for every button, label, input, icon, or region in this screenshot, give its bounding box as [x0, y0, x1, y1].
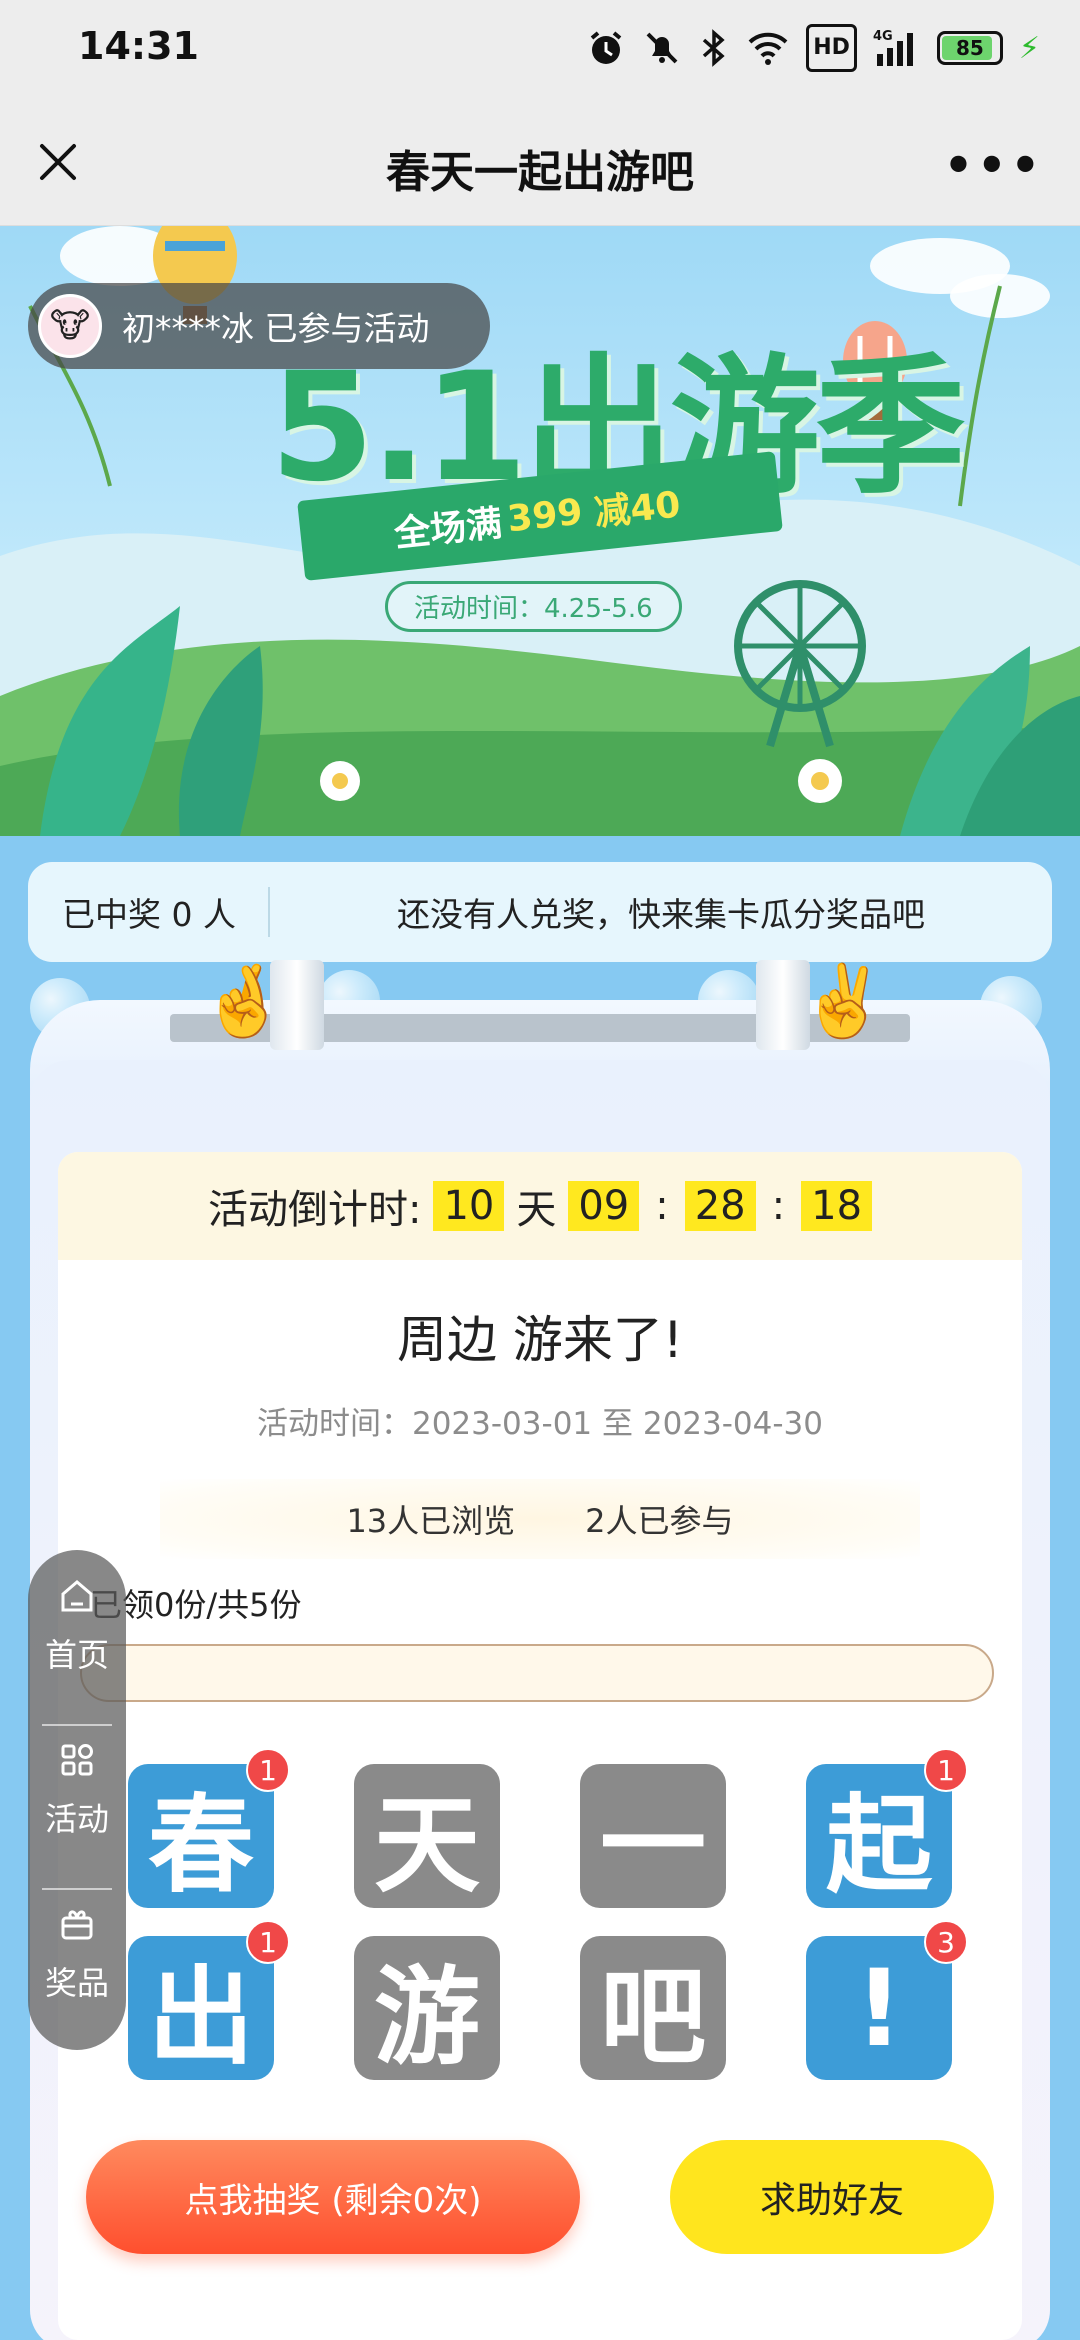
- status-bar: 14:31 HD 4G 85 ⚡: [0, 0, 1080, 100]
- hd-icon: HD: [806, 24, 857, 72]
- progress-bar: [80, 1644, 994, 1702]
- mute-icon: [642, 24, 682, 72]
- countdown-hours: 09: [568, 1181, 640, 1231]
- hand-icon: ✌️: [800, 960, 888, 1042]
- countdown-separator: :: [771, 1183, 786, 1229]
- activity-stats: 13人已浏览 2人已参与: [160, 1479, 920, 1559]
- gift-icon: [28, 1904, 126, 1954]
- char-card-label: 天: [374, 1784, 480, 1907]
- wifi-icon: [746, 24, 790, 72]
- char-card-label: !: [854, 1946, 904, 2070]
- alarm-icon: [586, 24, 626, 72]
- char-card-label: 春: [148, 1784, 254, 1907]
- char-card-label: 游: [374, 1956, 480, 2079]
- char-card-label: 起: [826, 1784, 932, 1907]
- count-badge: 1: [924, 1748, 968, 1792]
- count-badge: 1: [246, 1920, 290, 1964]
- hand-icon: 🤞: [200, 960, 288, 1042]
- char-card[interactable]: 一: [580, 1764, 726, 1908]
- char-card[interactable]: 出1: [128, 1920, 290, 2080]
- grid-icon: [28, 1740, 126, 1790]
- nav-prize-label: 奖品: [44, 1964, 109, 2002]
- countdown: 活动倒计时: 10 天 09 : 28 : 18: [58, 1152, 1022, 1260]
- countdown-days: 10: [433, 1181, 505, 1231]
- promo-suffix: 减40: [592, 484, 683, 535]
- countdown-minutes: 28: [684, 1181, 756, 1231]
- status-icons: HD 4G 85 ⚡: [586, 24, 1040, 72]
- count-badge: 1: [246, 1748, 290, 1792]
- page-title: 春天一起出游吧: [386, 147, 694, 198]
- activity-card: 活动倒计时: 10 天 09 : 28 : 18 周边 游来了! 活动时间：20…: [58, 1152, 1022, 2340]
- svg-text:4G: 4G: [873, 29, 893, 44]
- countdown-seconds: 18: [801, 1181, 873, 1231]
- battery-level: 85: [956, 36, 984, 60]
- more-icon[interactable]: •••: [944, 138, 1044, 192]
- winners-marquee: 还没有人兑奖，快来集卡瓜分奖品吧: [397, 895, 925, 934]
- char-card-label: 一: [600, 1784, 706, 1907]
- countdown-label: 活动倒计时:: [207, 1187, 422, 1233]
- nav-prize[interactable]: 奖品: [28, 1904, 126, 2004]
- nav-activity-label: 活动: [44, 1800, 109, 1838]
- divider: [42, 1888, 112, 1890]
- winners-count: 已中奖 0 人: [62, 895, 236, 934]
- promo-amount: 399: [505, 491, 585, 540]
- char-card[interactable]: 起1: [806, 1748, 968, 1908]
- char-card[interactable]: 天: [354, 1764, 500, 1908]
- participants-count: 2人已参与: [585, 1502, 734, 1540]
- views-count: 13人已浏览: [346, 1502, 516, 1540]
- countdown-separator: :: [655, 1183, 669, 1229]
- winners-bar: 已中奖 0 人 还没有人兑奖，快来集卡瓜分奖品吧: [28, 862, 1052, 962]
- status-time: 14:31: [78, 24, 199, 68]
- banner-period: 活动时间：4.25-5.6: [385, 581, 682, 632]
- char-card[interactable]: 游: [354, 1936, 500, 2080]
- nav-bar: 春天一起出游吧 •••: [0, 100, 1080, 226]
- char-card-label: 出: [148, 1956, 254, 2079]
- nav-home[interactable]: 首页: [28, 1576, 126, 1676]
- draw-button[interactable]: 点我抽奖 (剩余0次): [86, 2140, 580, 2254]
- divider: [42, 1724, 112, 1726]
- bluetooth-icon: [698, 24, 730, 72]
- char-card-label: 吧: [600, 1956, 706, 2079]
- nav-activity[interactable]: 活动: [28, 1740, 126, 1840]
- participant-text: 初****冰 已参与活动: [122, 309, 430, 348]
- count-badge: 3: [924, 1920, 968, 1964]
- ask-friends-button[interactable]: 求助好友: [670, 2140, 994, 2254]
- card-collection: 春 1 天一起 1 出 1 游吧! 3: [128, 1748, 968, 2080]
- promo-prefix: 全场满: [392, 503, 505, 556]
- nav-home-label: 首页: [44, 1636, 109, 1674]
- char-card[interactable]: ! 3: [806, 1920, 968, 2080]
- battery-icon: 85: [936, 24, 1003, 72]
- activity-title: 周边 游来了!: [397, 1311, 683, 1369]
- signal-icon: 4G: [873, 24, 921, 72]
- activity-dates: 活动时间：2023-03-01 至 2023-04-30: [256, 1406, 824, 1442]
- countdown-days-unit: 天: [516, 1187, 557, 1233]
- participant-notice: 🐮 初****冰 已参与活动: [28, 283, 490, 369]
- charging-icon: ⚡: [1018, 30, 1040, 66]
- home-icon: [28, 1576, 126, 1626]
- avatar: 🐮: [38, 294, 102, 358]
- floating-nav: 首页 活动 奖品: [28, 1550, 126, 2050]
- char-card[interactable]: 春1: [128, 1748, 290, 1908]
- char-card[interactable]: 吧: [580, 1936, 726, 2080]
